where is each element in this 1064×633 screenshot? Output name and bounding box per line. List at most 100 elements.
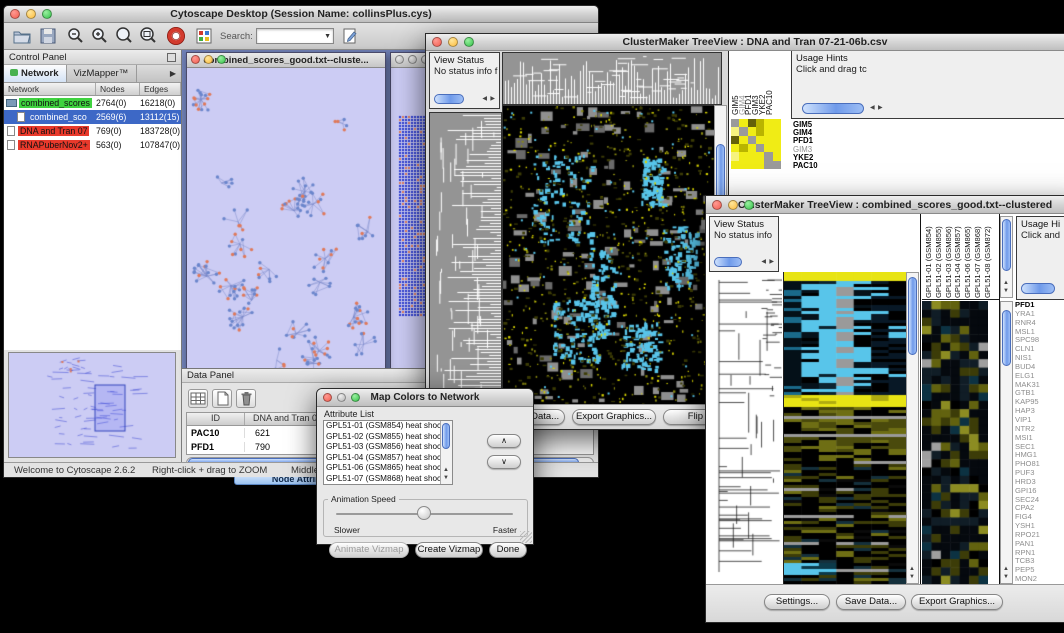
- scrollbar-thumb[interactable]: [802, 103, 864, 114]
- scroll-left-icon[interactable]: ◀: [761, 258, 766, 266]
- save-icon[interactable]: [38, 26, 58, 46]
- minimize-button[interactable]: [204, 55, 213, 64]
- float-panel-icon[interactable]: [167, 53, 176, 62]
- dna-gene-list[interactable]: GIM5GIM4PFD1GIM3YKE2PAC10: [793, 121, 853, 170]
- tab-network[interactable]: Network: [4, 65, 67, 82]
- scroll-left-icon[interactable]: ◀: [870, 104, 875, 112]
- scroll-up-icon[interactable]: ▲: [443, 466, 449, 474]
- minimize-button[interactable]: [408, 55, 417, 64]
- attribute-list-vscrollbar[interactable]: ▲ ▼: [440, 421, 452, 484]
- search-dropdown-icon[interactable]: ▼: [324, 33, 331, 40]
- gene-label[interactable]: RPO21: [1015, 531, 1064, 540]
- minimize-button[interactable]: [448, 37, 458, 47]
- gene-label[interactable]: HAP3: [1015, 407, 1064, 416]
- scroll-up-icon[interactable]: ▲: [1003, 565, 1009, 573]
- gene-label[interactable]: TCB3: [1015, 557, 1064, 566]
- gene-label[interactable]: YRA1: [1015, 310, 1064, 319]
- network-overview-panel[interactable]: [8, 352, 176, 458]
- close-button[interactable]: [323, 393, 332, 402]
- gene-label[interactable]: SEC24: [1015, 496, 1064, 505]
- network-view-window-1[interactable]: combined_scores_good.txt--cluste...: [186, 52, 386, 377]
- combined-row-dendrogram[interactable]: [709, 272, 782, 584]
- attribute-select-icon[interactable]: [188, 389, 208, 408]
- gene-label[interactable]: PUF3: [1015, 469, 1064, 478]
- gene-label[interactable]: NIS1: [1015, 354, 1064, 363]
- dna-titlebar[interactable]: ClusterMaker TreeView : DNA and Tran 07-…: [426, 34, 1064, 51]
- gene-label[interactable]: SPC98: [1015, 336, 1064, 345]
- scroll-down-icon[interactable]: ▼: [443, 474, 449, 482]
- new-attribute-icon[interactable]: [212, 389, 232, 408]
- gene-label[interactable]: GIM4: [793, 129, 853, 137]
- combined-heatmap-canvas[interactable]: [783, 272, 906, 584]
- gene-label[interactable]: CPA2: [1015, 504, 1064, 513]
- network-canvas-1[interactable]: [187, 68, 385, 376]
- scroll-right-icon[interactable]: ▶: [878, 104, 883, 112]
- close-button[interactable]: [432, 37, 442, 47]
- network-row[interactable]: DNA and Tran 07769(0)183728(0): [4, 124, 181, 138]
- list-item[interactable]: GPL51-04 (GSM857) heat shock 20 min: [324, 453, 452, 464]
- minimize-button[interactable]: [26, 9, 36, 19]
- gene-label[interactable]: HRD3: [1015, 478, 1064, 487]
- zoom-button[interactable]: [217, 55, 226, 64]
- scroll-right-icon[interactable]: ▶: [769, 258, 774, 266]
- gene-label[interactable]: ELG1: [1015, 372, 1064, 381]
- gene-label[interactable]: PHO81: [1015, 460, 1064, 469]
- close-button[interactable]: [10, 9, 20, 19]
- list-item[interactable]: GPL51-07 (GSM868) heat shock 60 min: [324, 474, 452, 485]
- scrollbar-thumb[interactable]: [714, 257, 742, 267]
- zoom-button[interactable]: [744, 200, 754, 210]
- list-item[interactable]: GPL51-01 (GSM854) heat shock 05 min: [324, 421, 452, 432]
- attribute-list[interactable]: GPL51-01 (GSM854) heat shock 05 min GPL51…: [323, 420, 453, 485]
- gene-label[interactable]: HMG1: [1015, 451, 1064, 460]
- zoom-fit-icon[interactable]: [114, 26, 134, 46]
- help-lifesaver-icon[interactable]: [166, 26, 186, 46]
- gene-label[interactable]: YKE2: [793, 154, 853, 162]
- scroll-down-icon[interactable]: ▼: [1003, 573, 1009, 581]
- gene-label[interactable]: GPI16: [1015, 487, 1064, 496]
- move-up-button[interactable]: ∧: [487, 434, 521, 448]
- gene-label[interactable]: PAN1: [1015, 540, 1064, 549]
- combined-heatmap-vscrollbar[interactable]: ▲ ▼: [906, 272, 919, 584]
- settings-button[interactable]: Settings...: [764, 594, 830, 610]
- column-label-vscrollbar[interactable]: ▲ ▼: [1000, 216, 1013, 298]
- combined-zoom-heatmap[interactable]: [922, 301, 988, 584]
- export-graphics-button[interactable]: Export Graphics...: [911, 594, 1003, 610]
- scrollbar-thumb[interactable]: [1021, 283, 1055, 294]
- list-item[interactable]: GPL51-06 (GSM865) heat shock 40 min: [324, 463, 452, 474]
- scroll-left-icon[interactable]: ◀: [482, 95, 487, 103]
- export-graphics-button[interactable]: Export Graphics...: [572, 409, 656, 425]
- close-button[interactable]: [712, 200, 722, 210]
- search-input[interactable]: ▼: [256, 28, 334, 44]
- scrollbar-thumb[interactable]: [1002, 310, 1011, 366]
- combined-titlebar[interactable]: ClusterMaker TreeView : combined_scores_…: [706, 196, 1064, 214]
- scrollbar-thumb[interactable]: [442, 423, 450, 449]
- dna-heatmap-canvas[interactable]: [502, 105, 715, 408]
- gene-label[interactable]: PAC10: [793, 162, 853, 170]
- gene-label[interactable]: BUD4: [1015, 363, 1064, 372]
- scroll-right-icon[interactable]: ▶: [490, 95, 495, 103]
- combined-gene-list[interactable]: PFD1YRA1RNR4MSL1SPC98CLN1NIS1BUD4ELG1MAK…: [1015, 301, 1064, 584]
- dialog-titlebar[interactable]: Map Colors to Network: [317, 389, 533, 407]
- gene-label[interactable]: PEP5: [1015, 566, 1064, 575]
- gene-label[interactable]: RPN1: [1015, 549, 1064, 558]
- gene-label[interactable]: GTB1: [1015, 389, 1064, 398]
- zoom-selected-icon[interactable]: [138, 26, 158, 46]
- edit-network-icon[interactable]: [340, 26, 360, 46]
- gene-label[interactable]: RNR4: [1015, 319, 1064, 328]
- gene-label[interactable]: YSH1: [1015, 522, 1064, 531]
- gene-label[interactable]: SEC1: [1015, 443, 1064, 452]
- dna-row-dendrogram[interactable]: [429, 112, 502, 408]
- slider-thumb[interactable]: [417, 506, 431, 520]
- scrollbar-thumb[interactable]: [908, 277, 917, 355]
- overview-canvas[interactable]: [9, 353, 175, 457]
- tab-vizmapper[interactable]: VizMapper™: [67, 65, 137, 82]
- list-item[interactable]: GPL51-03 (GSM856) heat shock 15 min: [324, 442, 452, 453]
- tab-overflow-arrow[interactable]: ▶: [170, 65, 181, 82]
- gene-label[interactable]: MSL1: [1015, 328, 1064, 337]
- scrollbar-thumb[interactable]: [434, 94, 464, 104]
- similarity-matrix-heatmap[interactable]: [731, 119, 781, 169]
- zoom-out-icon[interactable]: [66, 26, 86, 46]
- open-folder-icon[interactable]: [12, 26, 32, 46]
- zoom-in-icon[interactable]: [90, 26, 110, 46]
- gene-label[interactable]: MON2: [1015, 575, 1064, 584]
